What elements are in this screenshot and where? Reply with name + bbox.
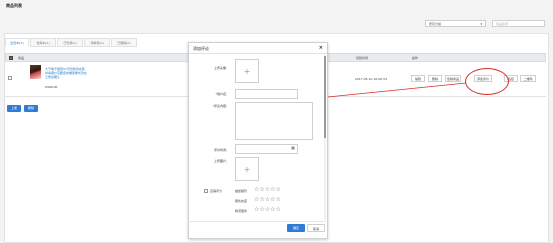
avatar-label: 上传头像： — [213, 66, 229, 70]
annotation-circle — [465, 68, 509, 95]
close-icon[interactable]: × — [319, 45, 323, 51]
image-upload[interactable]: + — [235, 157, 259, 181]
images-label: 上传图片： — [213, 159, 229, 163]
rating-label-logistics: 物流服务 — [235, 209, 248, 213]
avatar-upload[interactable]: + — [235, 59, 259, 83]
star-rating-logistics[interactable]: ☆☆☆☆☆ — [254, 207, 281, 213]
rating-label-description: 描述相符 — [235, 189, 248, 193]
content-textarea[interactable] — [235, 102, 313, 140]
username-input[interactable] — [235, 89, 298, 99]
scrollbar-thumb[interactable] — [324, 56, 326, 138]
star-rating-service[interactable]: ☆☆☆☆☆ — [254, 197, 281, 203]
cancel-button[interactable]: 取消 — [307, 224, 325, 232]
dialog-title: 添加评论 — [193, 46, 209, 51]
review-time-label: 评价时间： — [213, 148, 229, 152]
shop-rating-label: 店铺评分 — [210, 189, 223, 193]
rating-label-service: 服务态度 — [235, 199, 248, 203]
dialog-scrollbar[interactable] — [324, 55, 326, 220]
dialog-header: 添加评论 × — [189, 43, 327, 54]
username-label: *用户名： — [215, 92, 229, 96]
confirm-button[interactable]: 确定 — [287, 224, 305, 232]
shop-rating-checkbox[interactable] — [204, 189, 208, 193]
star-rating-description[interactable]: ☆☆☆☆☆ — [254, 187, 281, 193]
review-time-input[interactable]: ▦ — [235, 144, 298, 154]
calendar-icon[interactable]: ▦ — [291, 145, 295, 150]
dialog-footer-divider — [188, 221, 328, 222]
content-label: *评论内容： — [212, 104, 229, 108]
plus-icon: + — [243, 67, 251, 76]
plus-icon: + — [243, 165, 251, 174]
